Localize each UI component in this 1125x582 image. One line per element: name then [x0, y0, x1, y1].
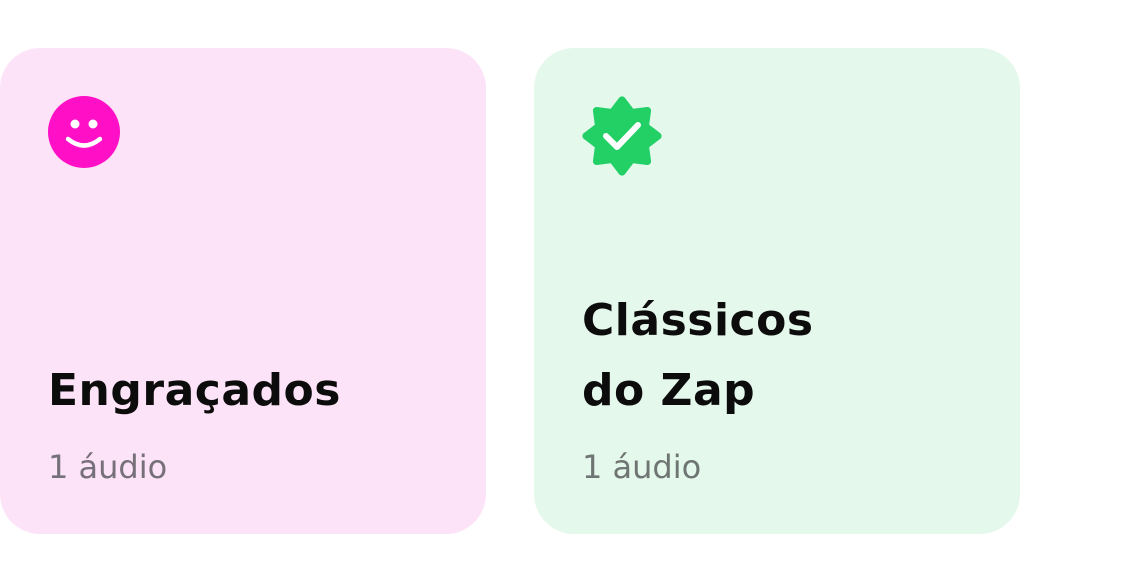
- category-title-line: Engraçados: [48, 365, 341, 416]
- category-card-classicos-do-zap[interactable]: Clássicos do Zap 1 áudio: [534, 48, 1020, 534]
- verified-badge-icon: [582, 96, 662, 176]
- category-title: Engraçados: [48, 356, 446, 426]
- category-title-line: do Zap: [582, 365, 756, 416]
- category-title-line: Clássicos: [582, 295, 814, 346]
- audio-count: 1 áudio: [48, 448, 168, 486]
- audio-count: 1 áudio: [582, 448, 702, 486]
- category-card-engracados[interactable]: Engraçados 1 áudio: [0, 48, 486, 534]
- category-title: Clássicos do Zap: [582, 286, 980, 426]
- smiley-icon: [48, 96, 120, 168]
